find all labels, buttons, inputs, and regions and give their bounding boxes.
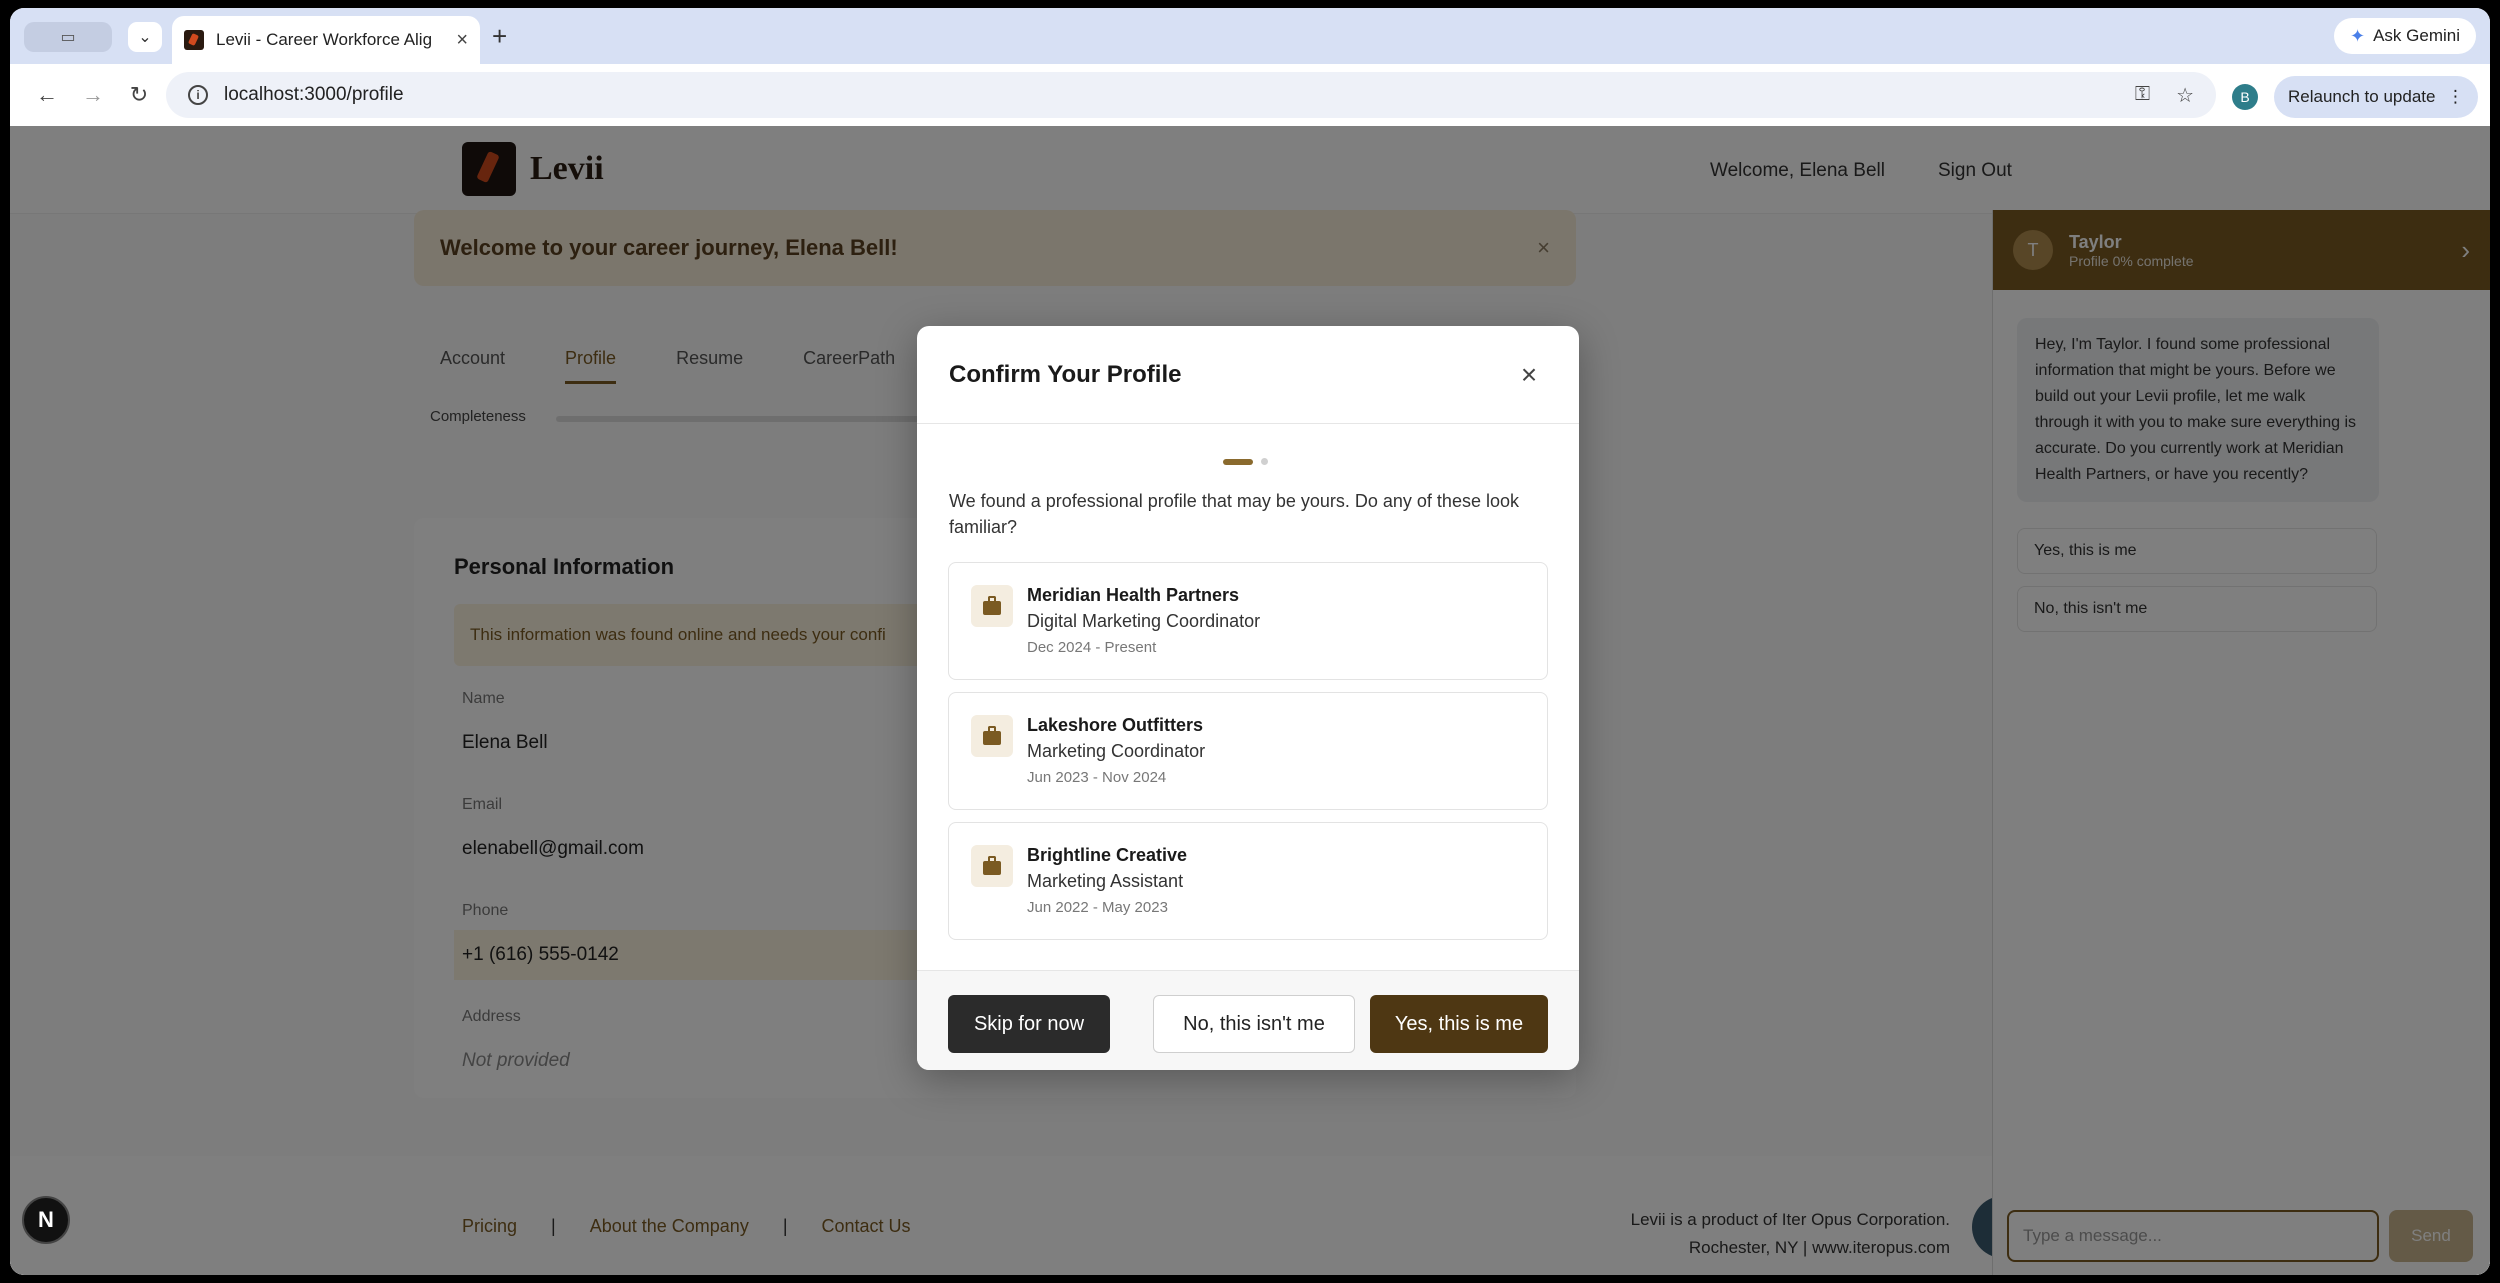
- tab-search-button[interactable]: ▭: [24, 22, 112, 52]
- step-inactive: [1261, 458, 1268, 465]
- back-arrow-icon[interactable]: ←: [30, 78, 64, 112]
- job-title: Digital Marketing Coordinator: [1027, 611, 1261, 631]
- browser-tab[interactable]: Levii - Career Workforce Alig ×: [172, 16, 480, 64]
- job-card[interactable]: Lakeshore Outfitters Marketing Coordinat…: [948, 692, 1548, 810]
- chevron-down-icon[interactable]: ⌄: [128, 22, 162, 52]
- modal-footer: Skip for now No, this isn't me Yes, this…: [917, 970, 1579, 1070]
- job-card[interactable]: Brightline Creative Marketing Assistant …: [948, 822, 1548, 940]
- tab-title: Levii - Career Workforce Alig: [216, 30, 433, 49]
- url-text: localhost:3000/profile: [224, 84, 404, 105]
- briefcase-icon: [971, 845, 1013, 887]
- more-menu-icon[interactable]: ⋮: [2447, 87, 2464, 107]
- relaunch-label: Relaunch to update: [2288, 87, 2436, 106]
- close-icon[interactable]: ×: [1511, 357, 1547, 393]
- tab-strip: ▭ ⌄ Levii - Career Workforce Alig × + ✦ …: [10, 8, 2490, 64]
- modal-header: Confirm Your Profile ×: [917, 326, 1579, 424]
- nextjs-dev-badge[interactable]: N: [22, 1196, 70, 1244]
- job-dates: Jun 2023 - Nov 2024: [1027, 769, 1167, 786]
- job-company: Meridian Health Partners: [1027, 585, 1240, 605]
- not-me-button[interactable]: No, this isn't me: [1153, 995, 1355, 1053]
- step-indicator: [1223, 458, 1268, 465]
- relaunch-button[interactable]: Relaunch to update ⋮: [2274, 76, 2478, 118]
- bookmark-star-icon[interactable]: ☆: [2176, 83, 2194, 108]
- site-info-icon[interactable]: i: [188, 85, 208, 105]
- confirm-button[interactable]: Yes, this is me: [1370, 995, 1548, 1053]
- password-key-icon[interactable]: ⚿: [2135, 83, 2150, 108]
- reload-icon[interactable]: ↻: [122, 78, 156, 112]
- browser-profile-avatar[interactable]: B: [2232, 84, 2258, 110]
- confirm-profile-modal: Confirm Your Profile × We found a profes…: [917, 326, 1579, 1070]
- levii-favicon-icon: [184, 30, 204, 50]
- ask-gemini-label: Ask Gemini: [2373, 26, 2460, 45]
- step-active: [1223, 458, 1253, 465]
- browser-toolbar: ← → ↻ i localhost:3000/profile ⚿ ☆ B Rel…: [10, 64, 2490, 126]
- close-icon[interactable]: ×: [456, 29, 468, 52]
- job-company: Brightline Creative: [1027, 845, 1188, 865]
- skip-button[interactable]: Skip for now: [948, 995, 1110, 1053]
- job-card[interactable]: Meridian Health Partners Digital Marketi…: [948, 562, 1548, 680]
- job-dates: Jun 2022 - May 2023: [1027, 899, 1168, 916]
- ask-gemini-button[interactable]: ✦ Ask Gemini: [2333, 18, 2476, 54]
- job-title: Marketing Assistant: [1027, 871, 1184, 891]
- address-bar[interactable]: i localhost:3000/profile ⚿ ☆: [166, 72, 2216, 118]
- new-tab-plus-icon[interactable]: +: [492, 23, 507, 49]
- modal-description: We found a professional profile that may…: [949, 491, 1519, 537]
- job-title: Marketing Coordinator: [1027, 741, 1206, 761]
- modal-title: Confirm Your Profile: [949, 360, 1182, 388]
- job-company: Lakeshore Outfitters: [1027, 715, 1204, 735]
- forward-arrow-icon[interactable]: →: [76, 78, 110, 112]
- briefcase-icon: [971, 585, 1013, 627]
- job-dates: Dec 2024 - Present: [1027, 639, 1157, 656]
- gemini-sparkle-icon: ✦: [2349, 25, 2366, 46]
- briefcase-icon: [971, 715, 1013, 757]
